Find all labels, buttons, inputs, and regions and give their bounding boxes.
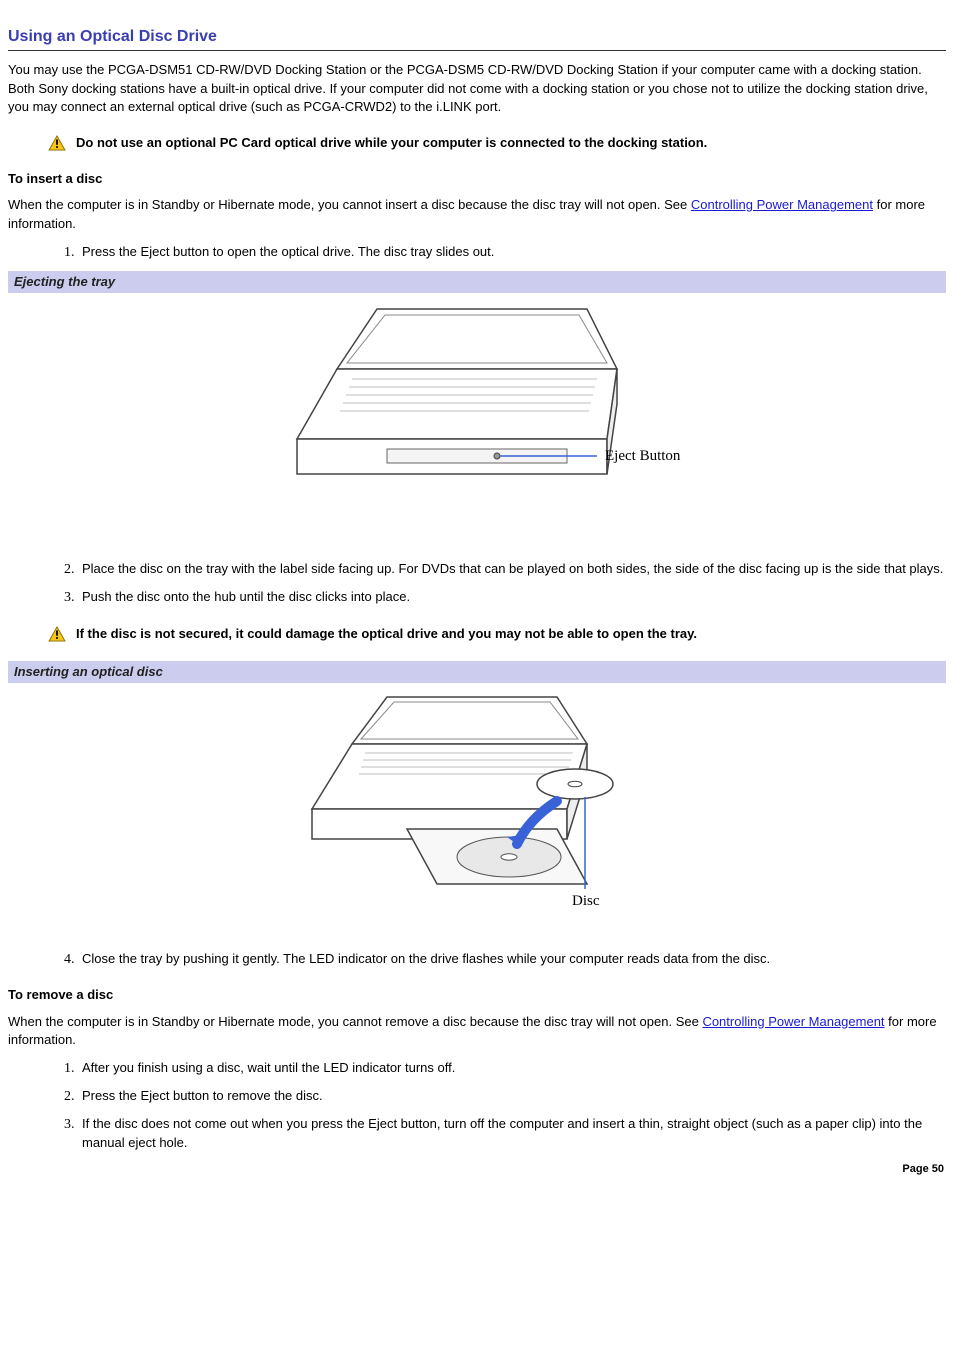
figure1-caption: Ejecting the tray [8, 271, 946, 293]
figure1: Eject Button [8, 293, 946, 550]
warning-icon [48, 626, 66, 642]
remove-step-1: After you finish using a disc, wait unti… [78, 1059, 946, 1077]
remove-step-2: Press the Eject button to remove the dis… [78, 1087, 946, 1105]
warning-disc-secure-text: If the disc is not secured, it could dam… [76, 625, 697, 643]
remove-step-3: If the disc does not come out when you p… [78, 1115, 946, 1151]
insert-step-3: Push the disc onto the hub until the dis… [78, 588, 946, 606]
warning-icon [48, 135, 66, 151]
figure2-illustration: Disc [257, 689, 697, 919]
remove-para-pre: When the computer is in Standby or Hiber… [8, 1014, 702, 1029]
remove-heading: To remove a disc [8, 986, 946, 1004]
figure1-illustration: Eject Button [237, 299, 717, 529]
title-divider [8, 50, 946, 51]
figure1-label: Eject Button [605, 448, 681, 464]
intro-paragraph: You may use the PCGA-DSM51 CD-RW/DVD Doc… [8, 61, 946, 116]
figure2: Disc [8, 683, 946, 940]
insert-para-pre: When the computer is in Standby or Hiber… [8, 197, 691, 212]
page-number: Page 50 [902, 1162, 944, 1177]
link-power-mgmt-2[interactable]: Controlling Power Management [702, 1014, 884, 1029]
insert-step-4: Close the tray by pushing it gently. The… [78, 950, 946, 968]
page-title: Using an Optical Disc Drive [8, 26, 946, 48]
insert-paragraph: When the computer is in Standby or Hiber… [8, 196, 946, 232]
figure2-label: Disc [572, 893, 600, 909]
figure2-caption: Inserting an optical disc [8, 661, 946, 683]
insert-heading: To insert a disc [8, 170, 946, 188]
link-power-mgmt-1[interactable]: Controlling Power Management [691, 197, 873, 212]
warning-disc-secure: If the disc is not secured, it could dam… [48, 625, 946, 643]
remove-paragraph: When the computer is in Standby or Hiber… [8, 1013, 946, 1049]
insert-step-2: Place the disc on the tray with the labe… [78, 560, 946, 578]
warning-primary-text: Do not use an optional PC Card optical d… [76, 134, 707, 152]
insert-step-1: Press the Eject button to open the optic… [78, 243, 946, 261]
warning-primary: Do not use an optional PC Card optical d… [48, 134, 946, 152]
